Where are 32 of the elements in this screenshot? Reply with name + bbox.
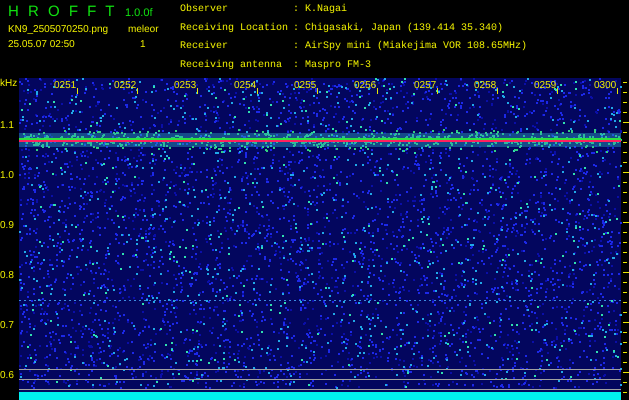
info-value: AirSpy mini (Miakejima VOR 108.65MHz)	[305, 41, 528, 54]
info-value: Maspro FM-3	[305, 60, 372, 72]
time-label: 0253	[174, 80, 198, 91]
info-separator: :	[293, 4, 300, 17]
filename-label: KN9_2505070250.png	[8, 24, 110, 35]
time-label: 0251	[54, 80, 78, 91]
info-separator: :	[293, 41, 300, 54]
info-separator: :	[293, 22, 300, 36]
axis-label: 0.6	[0, 370, 14, 380]
axis-label: 0.9	[0, 220, 14, 230]
mode-label: meleor	[128, 24, 159, 35]
info-value: Chigasaki, Japan (139.414 35.340)	[305, 22, 504, 36]
time-label: 0258	[474, 80, 498, 91]
time-label: 0255	[294, 80, 318, 91]
axis-label: 0.7	[0, 320, 14, 330]
time-label: 0252	[114, 80, 138, 91]
count-label: 1	[139, 39, 146, 50]
axis-unit: kHz	[0, 78, 18, 89]
time-label: 0254	[234, 80, 258, 91]
datetime-label: 25.05.07 02:50	[8, 39, 76, 50]
info-label: Receiving antenna	[180, 60, 284, 72]
info-label: Receiver	[180, 41, 230, 54]
axis-label: 0.8	[0, 270, 14, 280]
version-label: 1.0.0f	[125, 7, 153, 19]
axis-label: 1.1	[0, 120, 14, 130]
info-value: K.Nagai	[305, 4, 348, 17]
axis-label: 1.0	[0, 170, 14, 180]
info-label: Receiving Location	[180, 22, 290, 36]
app-title: H R O F F T	[8, 3, 116, 20]
info-label: Observer	[180, 4, 230, 17]
time-label: 0300	[594, 80, 618, 91]
info-separator: :	[293, 60, 300, 72]
